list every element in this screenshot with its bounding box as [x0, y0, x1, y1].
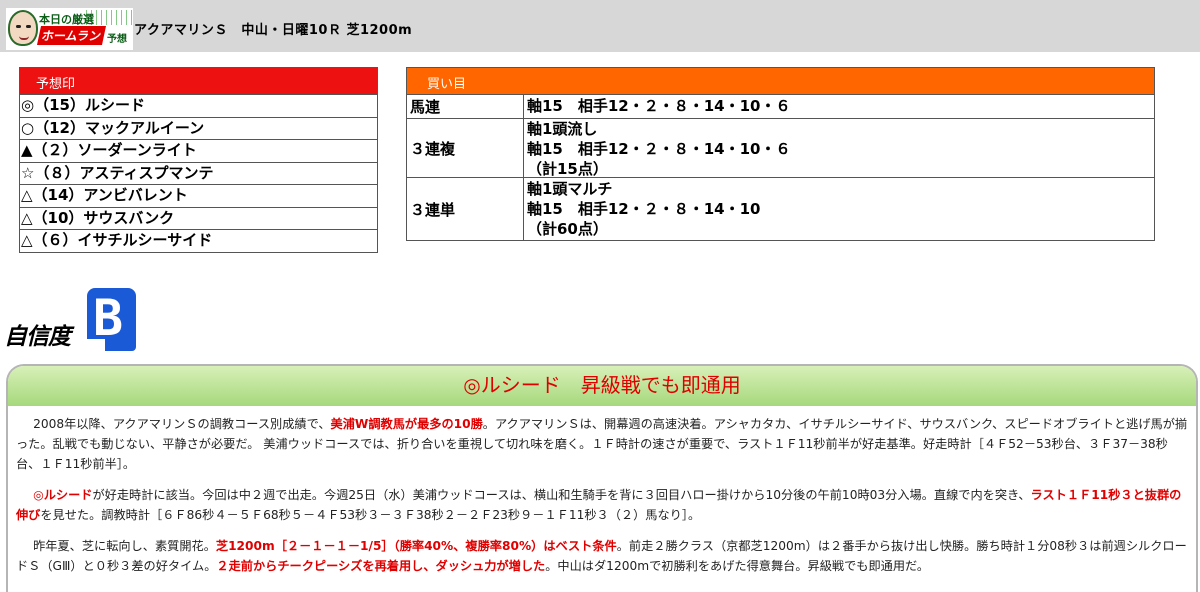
bet-line: 軸1頭マルチ — [527, 180, 613, 198]
bet-detail: 軸15 相手12・２・８・14・10・６ — [524, 95, 791, 118]
confidence-label: 自信度 — [4, 324, 71, 350]
bet-detail: 軸1頭流し 軸15 相手12・２・８・14・10・６ （計15点） — [524, 119, 791, 178]
bet-line: （計15点） — [527, 160, 608, 178]
comment-panel: ◎ルシード 昇級戦でも即通用 2008年以降、アクアマリンＳの調教コース別成績で… — [6, 364, 1198, 592]
betting-heading: 買い目 — [407, 68, 1154, 94]
bet-line: 軸15 相手12・２・８・14・10・６ — [527, 140, 791, 158]
mascot-face-icon — [8, 10, 38, 46]
prediction-row: ◎（15）ルシード — [20, 94, 377, 117]
bet-detail: 軸1頭マルチ 軸15 相手12・２・８・14・10 （計60点） — [524, 178, 761, 240]
bet-type: 馬連 — [407, 95, 524, 118]
prediction-row: ○（12）マックアルイーン — [20, 116, 377, 140]
bet-line: 軸1頭流し — [527, 120, 598, 138]
prediction-heading: 予想印 — [20, 68, 377, 94]
prediction-table: 予想印 ◎（15）ルシード ○（12）マックアルイーン ▲（２）ソーダーンライト… — [19, 67, 378, 253]
comment-paragraph: 2008年以降、アクアマリンＳの調教コース別成績で、美浦W調教馬が最多の10勝。… — [16, 414, 1190, 474]
prediction-row: △（10）サウスバンク — [20, 206, 377, 230]
bet-line: （計60点） — [527, 220, 608, 238]
comment-paragraph: 昨年夏、芝に転向し、素質開花。芝1200m［２－１－１－1/5］（勝率40%、複… — [16, 536, 1190, 576]
bet-line: 軸15 相手12・２・８・14・10 — [527, 200, 761, 218]
comment-highlight: 芝1200m［２－１－１－1/5］（勝率40%、複勝率80%）はベスト条件 — [215, 539, 617, 553]
comment-text: 昨年夏、芝に転向し、素質開花。 — [33, 539, 216, 553]
comment-highlight: ２走前からチークピーシズを再着用し、ダッシュ力が増した — [216, 559, 546, 573]
bet-type: ３連複 — [407, 119, 524, 177]
comment-body: 2008年以降、アクアマリンＳの調教コース別成績で、美浦W調教馬が最多の10勝。… — [8, 406, 1196, 576]
logo-text-sub: 予想 — [107, 34, 127, 45]
prediction-row: △（６）イサチルシーサイド — [20, 229, 377, 252]
betting-row-sanrentan: ３連単 軸1頭マルチ 軸15 相手12・２・８・14・10 （計60点） — [407, 177, 1154, 240]
prediction-row: ☆（８）アスティスプマンテ — [20, 161, 377, 185]
logo-text-main: ホームラン — [36, 26, 107, 45]
betting-row-umaren: 馬連 軸15 相手12・２・８・14・10・６ — [407, 94, 1154, 118]
betting-row-sanrenpuku: ３連複 軸1頭流し 軸15 相手12・２・８・14・10・６ （計15点） — [407, 118, 1154, 178]
comment-title: ◎ルシード 昇級戦でも即通用 — [8, 366, 1196, 406]
confidence-grade-badge: B — [87, 288, 136, 351]
prediction-row: △（14）アンビバレント — [20, 184, 377, 207]
prediction-row: ▲（２）ソーダーンライト — [20, 139, 377, 162]
race-title: アクアマリンＳ 中山・日曜10Ｒ 芝1200m — [134, 23, 413, 38]
comment-highlight: 美浦W調教馬が最多の10勝 — [330, 417, 483, 431]
comment-text: を見せた。調教時計［６Ｆ86秒４－５Ｆ68秒５－４Ｆ53秒３－３Ｆ38秒２－２Ｆ… — [40, 508, 701, 522]
site-logo[interactable]: 本日の厳選 ホームラン 予想 — [6, 8, 133, 50]
comment-highlight: ◎ルシード — [33, 488, 93, 502]
bet-line: 軸15 相手12・２・８・14・10・６ — [527, 97, 791, 115]
comment-text: 。中山はダ1200mで初勝利をあげた得意舞台。昇級戦でも即通用だ。 — [545, 559, 930, 573]
confidence-grade: B — [93, 289, 124, 347]
bet-type: ３連単 — [407, 178, 524, 240]
logo-text-top: 本日の厳選 — [39, 13, 94, 26]
comment-text: が好走時計に該当。今回は中２週で出走。今週25日（水）美浦ウッドコースは、横山和… — [92, 488, 1031, 502]
betting-table: 買い目 馬連 軸15 相手12・２・８・14・10・６ ３連複 軸1頭流し 軸1… — [406, 67, 1155, 241]
comment-text: 2008年以降、アクアマリンＳの調教コース別成績で、 — [33, 417, 331, 431]
comment-paragraph: ◎ルシードが好走時計に該当。今回は中２週で出走。今週25日（水）美浦ウッドコース… — [16, 485, 1190, 525]
top-bar: 本日の厳選 ホームラン 予想 アクアマリンＳ 中山・日曜10Ｒ 芝1200m — [0, 0, 1200, 52]
